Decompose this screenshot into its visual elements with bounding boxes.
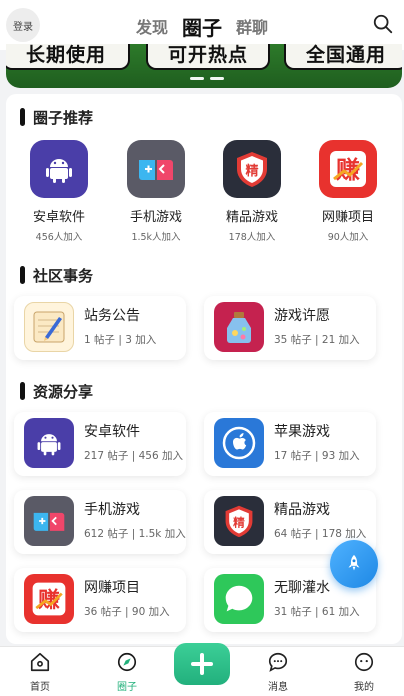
- card-title: 精品游戏: [274, 502, 330, 518]
- quality-badge-icon: 精: [214, 496, 264, 546]
- section-title-text: 资源分享: [33, 382, 94, 401]
- notepad-icon: [24, 302, 74, 352]
- community-card-announcements[interactable]: 站务公告 1 帖子 | 3 加入: [14, 296, 186, 360]
- recommend-item-members: 90人加入: [327, 232, 369, 243]
- recommend-list: 安卓软件 456人加入 手机游戏 1.5k人加入 精 精品游戏 178人加入 赚…: [6, 140, 402, 250]
- search-icon[interactable]: [372, 13, 394, 35]
- recommend-item-mobile-games[interactable]: 手机游戏 1.5k人加入: [108, 140, 204, 243]
- section-title-resources: 资源分享: [20, 380, 93, 402]
- money-icon: 赚: [24, 574, 74, 624]
- chat-bubble-icon: [214, 574, 264, 624]
- banner-word: 可开热点: [146, 44, 270, 70]
- section-title-text: 社区事务: [33, 266, 94, 285]
- banner-dot[interactable]: [210, 77, 224, 80]
- nav-label: 首页: [30, 682, 50, 693]
- card-title: 安卓软件: [84, 424, 140, 440]
- card-title: 网赚项目: [84, 580, 140, 596]
- tab-circle[interactable]: 圈子: [182, 16, 222, 40]
- apple-icon: [214, 418, 264, 468]
- card-title: 苹果游戏: [274, 424, 330, 440]
- card-meta: 31 帖子 | 61 加入: [274, 606, 360, 618]
- banner-dot[interactable]: [190, 77, 204, 80]
- recommend-item-name: 手机游戏: [129, 210, 182, 225]
- resource-card-android[interactable]: 安卓软件 217 帖子 | 456 加入: [14, 412, 186, 476]
- tab-discover[interactable]: 发现: [136, 16, 168, 40]
- card-title: 手机游戏: [84, 502, 140, 518]
- card-title: 站务公告: [84, 308, 140, 324]
- top-bar: 登录 发现 圈子 群聊: [0, 0, 404, 50]
- nav-label: 我的: [354, 682, 374, 693]
- svg-text:精: 精: [233, 515, 245, 529]
- recommend-item-name: 精品游戏: [225, 210, 278, 225]
- quality-badge-icon: 精: [223, 140, 281, 198]
- section-marker: [20, 108, 25, 126]
- tab-group-chat[interactable]: 群聊: [236, 16, 268, 40]
- card-meta: 1 帖子 | 3 加入: [84, 334, 157, 346]
- recommend-item-members: 1.5k人加入: [131, 232, 181, 243]
- recommend-item-members: 178人加入: [228, 232, 276, 243]
- resource-card-mobile-games[interactable]: 手机游戏 612 帖子 | 1.5k 加入: [14, 490, 186, 554]
- card-meta: 64 帖子 | 178 加入: [274, 528, 367, 540]
- nav-profile[interactable]: 我的: [334, 651, 394, 693]
- nav-home[interactable]: 首页: [10, 651, 70, 693]
- section-marker: [20, 266, 25, 284]
- community-card-game-wish[interactable]: 游戏许愿 35 帖子 | 21 加入: [204, 296, 376, 360]
- resource-card-ios-games[interactable]: 苹果游戏 17 帖子 | 93 加入: [204, 412, 376, 476]
- section-title-community: 社区事务: [20, 264, 93, 286]
- card-meta: 35 帖子 | 21 加入: [274, 334, 360, 346]
- card-meta: 17 帖子 | 93 加入: [274, 450, 360, 462]
- recommend-item-make-money[interactable]: 赚 网赚项目 90人加入: [300, 140, 396, 243]
- section-title-recommend: 圈子推荐: [20, 106, 93, 128]
- recommend-item-name: 网赚项目: [321, 210, 374, 225]
- card-meta: 217 帖子 | 456 加入: [84, 450, 183, 462]
- rocket-icon: [348, 554, 360, 571]
- card-title: 无聊灌水: [274, 580, 330, 596]
- nav-label: 圈子: [117, 682, 137, 693]
- promo-banner[interactable]: 长期使用 可开热点 全国通用: [6, 44, 402, 88]
- nav-circle[interactable]: 圈子: [97, 651, 157, 693]
- gamepad-icon: [24, 496, 74, 546]
- section-marker: [20, 382, 25, 400]
- gamepad-icon: [127, 140, 185, 198]
- section-title-text: 圈子推荐: [33, 108, 94, 127]
- recommend-item-android[interactable]: 安卓软件 456人加入: [11, 140, 107, 243]
- header-tabs: 发现 圈子 群聊: [0, 12, 404, 40]
- nav-label: 消息: [268, 682, 288, 693]
- money-icon: 赚: [319, 140, 377, 198]
- android-icon: [24, 418, 74, 468]
- recommend-item-quality-games[interactable]: 精 精品游戏 178人加入: [204, 140, 300, 243]
- profile-icon: [354, 652, 374, 672]
- wish-bottle-icon: [214, 302, 264, 352]
- card-meta: 612 帖子 | 1.5k 加入: [84, 528, 186, 540]
- banner-word: 长期使用: [6, 44, 130, 70]
- recommend-item-members: 456人加入: [35, 232, 83, 243]
- card-title: 游戏许愿: [274, 308, 330, 324]
- create-post-button[interactable]: [174, 643, 230, 685]
- compass-icon: [117, 652, 137, 672]
- nav-messages[interactable]: 消息: [248, 651, 308, 693]
- banner-pagination[interactable]: [190, 77, 224, 80]
- svg-text:精: 精: [245, 163, 258, 179]
- home-icon: [30, 652, 50, 672]
- banner-word: 全国通用: [284, 44, 402, 70]
- rocket-fab-button[interactable]: [330, 540, 378, 588]
- resource-card-make-money[interactable]: 赚 网赚项目 36 帖子 | 90 加入: [14, 568, 186, 632]
- recommend-item-name: 安卓软件: [32, 210, 85, 225]
- bottom-navigation: 首页 圈子 消息 我的: [0, 643, 404, 696]
- card-meta: 36 帖子 | 90 加入: [84, 606, 170, 618]
- plus-icon: [191, 653, 213, 675]
- message-icon: [268, 652, 288, 672]
- android-icon: [30, 140, 88, 198]
